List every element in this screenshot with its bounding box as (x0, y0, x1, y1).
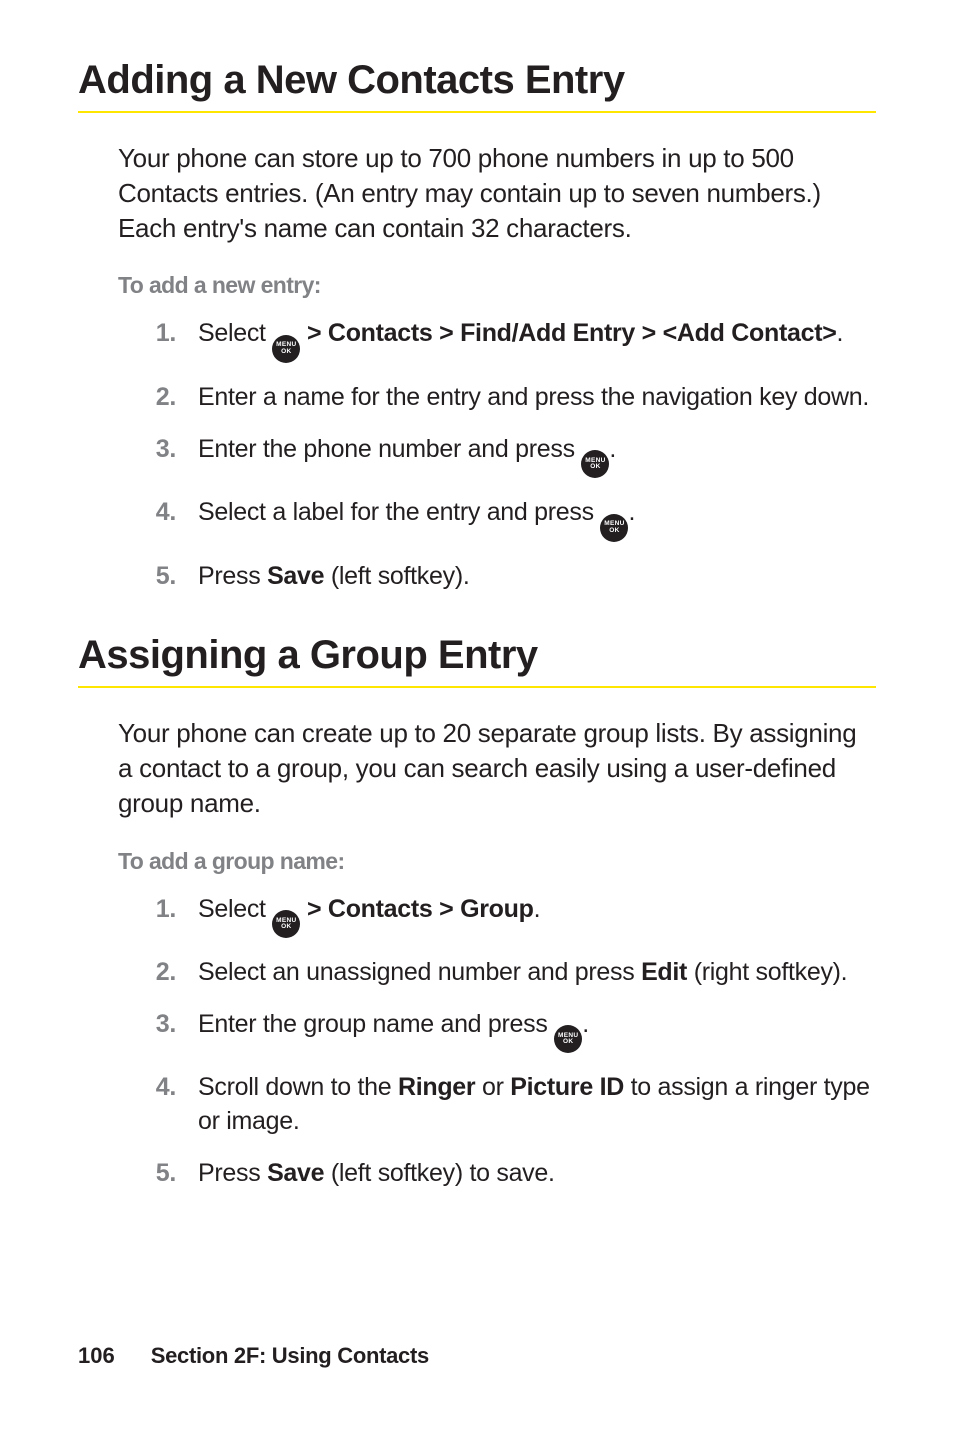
subheading-add-entry: To add a new entry: (118, 272, 876, 299)
text: Select an unassigned number and press (198, 958, 641, 986)
list-item: 4. Select a label for the entry and pres… (148, 496, 876, 542)
text: . (837, 319, 844, 347)
text-bold: Picture ID (510, 1073, 624, 1101)
text-bold: Save (267, 562, 324, 590)
text: . (609, 435, 616, 463)
text: Scroll down to the (198, 1073, 398, 1101)
step-number: 1. (148, 317, 176, 363)
section-label: Section 2F: Using Contacts (151, 1343, 429, 1369)
text: (right softkey). (687, 958, 847, 986)
list-item: 2. Enter a name for the entry and press … (148, 381, 876, 415)
step-number: 5. (148, 1157, 176, 1191)
list-item: 1. Select MENUOK > Contacts > Group. (148, 893, 876, 939)
text-bold: Save (267, 1159, 324, 1187)
step-body: Enter the group name and press MENUOK. (198, 1008, 876, 1054)
text: Press (198, 1159, 267, 1187)
intro-paragraph: Your phone can store up to 700 phone num… (118, 141, 876, 246)
text-bold: Edit (641, 958, 687, 986)
step-number: 1. (148, 893, 176, 939)
list-item: 2. Select an unassigned number and press… (148, 956, 876, 990)
step-body: Enter a name for the entry and press the… (198, 381, 876, 415)
step-body: Select MENUOK > Contacts > Group. (198, 893, 876, 939)
step-number: 3. (148, 1008, 176, 1054)
step-number: 3. (148, 433, 176, 479)
intro-paragraph: Your phone can create up to 20 separate … (118, 716, 876, 821)
menu-ok-icon: MENUOK (554, 1025, 582, 1053)
heading-adding-contacts: Adding a New Contacts Entry (78, 58, 876, 103)
text: or (475, 1073, 510, 1101)
text: . (628, 498, 635, 526)
text: (left softkey) to save. (324, 1159, 554, 1187)
list-item: 3. Enter the group name and press MENUOK… (148, 1008, 876, 1054)
step-body: Enter the phone number and press MENUOK. (198, 433, 876, 479)
step-body: Select MENUOK > Contacts > Find/Add Entr… (198, 317, 876, 363)
list-item: 4. Scroll down to the Ringer or Picture … (148, 1071, 876, 1139)
page-number: 106 (78, 1343, 115, 1369)
step-number: 2. (148, 956, 176, 990)
menu-ok-icon: MENUOK (272, 910, 300, 938)
menu-ok-icon: MENUOK (272, 335, 300, 363)
step-number: 4. (148, 496, 176, 542)
text: (left softkey). (324, 562, 469, 590)
steps-add-entry: 1. Select MENUOK > Contacts > Find/Add E… (148, 317, 876, 593)
menu-ok-icon: MENUOK (600, 514, 628, 542)
step-body: Press Save (left softkey) to save. (198, 1157, 876, 1191)
list-item: 3. Enter the phone number and press MENU… (148, 433, 876, 479)
step-body: Press Save (left softkey). (198, 560, 876, 594)
text: Select (198, 319, 272, 347)
text-bold: Ringer (398, 1073, 475, 1101)
heading-rule (78, 686, 876, 688)
subheading-add-group: To add a group name: (118, 848, 876, 875)
section-group-entry: Assigning a Group Entry Your phone can c… (78, 633, 876, 1190)
text: . (582, 1010, 589, 1038)
text: Enter the phone number and press (198, 435, 581, 463)
heading-rule (78, 111, 876, 113)
text: Press (198, 562, 267, 590)
step-body: Select a label for the entry and press M… (198, 496, 876, 542)
list-item: 1. Select MENUOK > Contacts > Find/Add E… (148, 317, 876, 363)
heading-assigning-group: Assigning a Group Entry (78, 633, 876, 678)
text: Enter the group name and press (198, 1010, 554, 1038)
text-bold: > Contacts > Group (300, 895, 533, 923)
step-body: Select an unassigned number and press Ed… (198, 956, 876, 990)
text: Select (198, 895, 272, 923)
step-body: Scroll down to the Ringer or Picture ID … (198, 1071, 876, 1139)
list-item: 5. Press Save (left softkey) to save. (148, 1157, 876, 1191)
step-number: 5. (148, 560, 176, 594)
list-item: 5. Press Save (left softkey). (148, 560, 876, 594)
footer: 106 Section 2F: Using Contacts (78, 1343, 429, 1369)
step-number: 2. (148, 381, 176, 415)
step-number: 4. (148, 1071, 176, 1139)
page: Adding a New Contacts Entry Your phone c… (0, 0, 954, 1431)
text: . (534, 895, 541, 923)
menu-ok-icon: MENUOK (581, 450, 609, 478)
text-bold: > Contacts > Find/Add Entry > <Add Conta… (300, 319, 836, 347)
steps-add-group: 1. Select MENUOK > Contacts > Group. 2. … (148, 893, 876, 1191)
text: Select a label for the entry and press (198, 498, 600, 526)
